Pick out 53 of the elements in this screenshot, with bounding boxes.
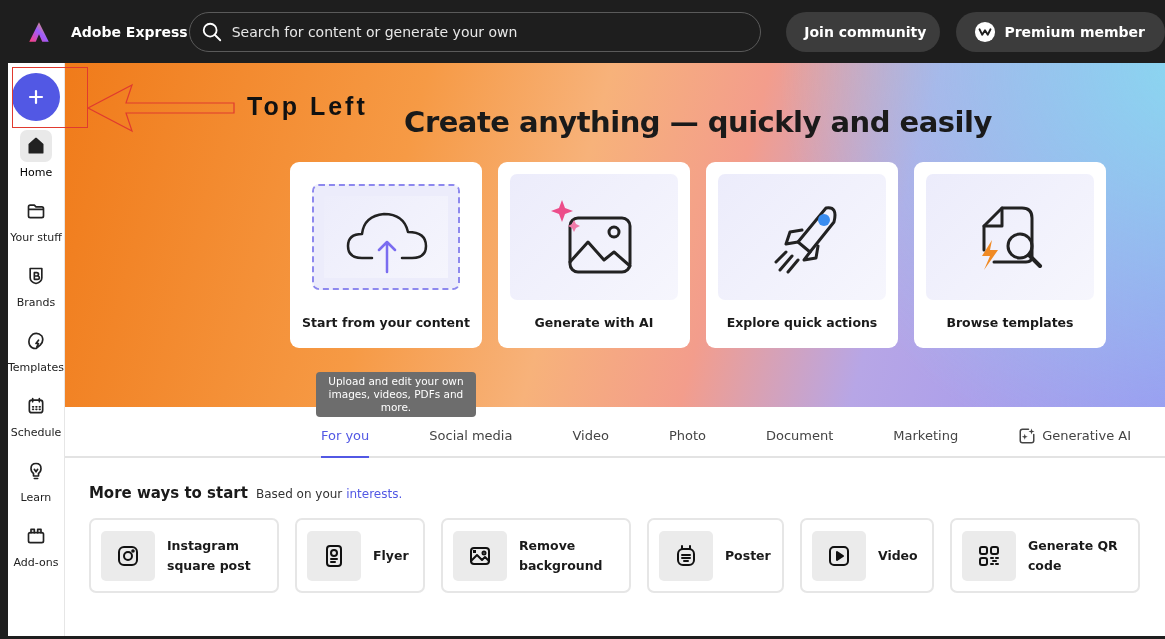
sidebar-item[interactable]: Home (19, 130, 53, 195)
category-tab[interactable]: Photo (668, 407, 706, 458)
action-card[interactable]: Browse templates (914, 162, 1106, 348)
hero-title: Create anything — quickly and easily (404, 105, 992, 139)
community-button[interactable]: Join community (786, 11, 941, 52)
sidebar-item[interactable]: Your stuff (10, 195, 62, 260)
category-tab[interactable]: Video (572, 407, 609, 458)
card-label: Browse templates (946, 315, 1074, 330)
quick-start-card[interactable]: Poster (646, 518, 784, 593)
sparkle-frame-icon (1018, 426, 1037, 445)
card-label: Generate with AI (534, 315, 654, 330)
search-field[interactable]: Search for content or generate your own (188, 11, 762, 52)
folder-icon (25, 201, 46, 221)
play-icon (826, 543, 851, 568)
sidebar-item[interactable]: Add-ons (13, 520, 59, 585)
card-label: Video (877, 546, 918, 565)
premium-button[interactable]: Premium member (956, 11, 1165, 52)
action-card[interactable]: Generate with AI (498, 162, 690, 348)
sidebar-item[interactable]: Brands (16, 260, 56, 325)
sidebar-item[interactable]: Templates (8, 325, 64, 390)
sidebar-item[interactable]: Learn (19, 455, 52, 520)
palette-icon (25, 331, 46, 351)
quick-start-card[interactable]: Video (799, 518, 934, 593)
card-label: Flyer (372, 546, 409, 565)
app-name: Adobe Express (71, 23, 188, 40)
quick-start-card[interactable]: Instagram square post (88, 518, 279, 593)
plus-icon (27, 89, 44, 105)
tooltip: Upload and edit your own images, videos, PDFs and more. (315, 372, 476, 417)
card-label: Generate QR code (1027, 536, 1119, 575)
quick-start-card[interactable]: Flyer (294, 518, 425, 593)
action-card[interactable]: Start from your content (290, 162, 482, 348)
sidebar-item[interactable]: Schedule (10, 390, 62, 455)
annotation-label: Top Left (247, 92, 368, 121)
create-button[interactable] (11, 73, 60, 121)
action-card[interactable]: Explore quick actions (706, 162, 898, 348)
card-label: Instagram square post (166, 536, 252, 575)
interests-link[interactable]: interests. (346, 487, 403, 501)
card-label: Start from your content (302, 315, 470, 330)
section-title: More ways to start (88, 484, 248, 502)
category-tab[interactable]: For you (320, 407, 370, 458)
quick-start-card[interactable]: Remove background (440, 518, 631, 593)
card-label: Poster (724, 546, 771, 565)
card-label: Explore quick actions (726, 315, 878, 330)
instagram-icon (115, 543, 140, 568)
section-subtitle: Based on your interests. (255, 487, 403, 501)
category-tab[interactable]: Marketing (893, 407, 959, 458)
plugin-icon (25, 526, 46, 546)
category-tab[interactable]: Document (766, 407, 834, 458)
qr-code-icon (976, 543, 1001, 568)
category-tab[interactable]: Generative AI (1018, 407, 1132, 458)
card-label: Remove background (518, 536, 604, 575)
quick-start-card[interactable]: Generate QR code (949, 518, 1140, 593)
search-icon (200, 20, 223, 43)
